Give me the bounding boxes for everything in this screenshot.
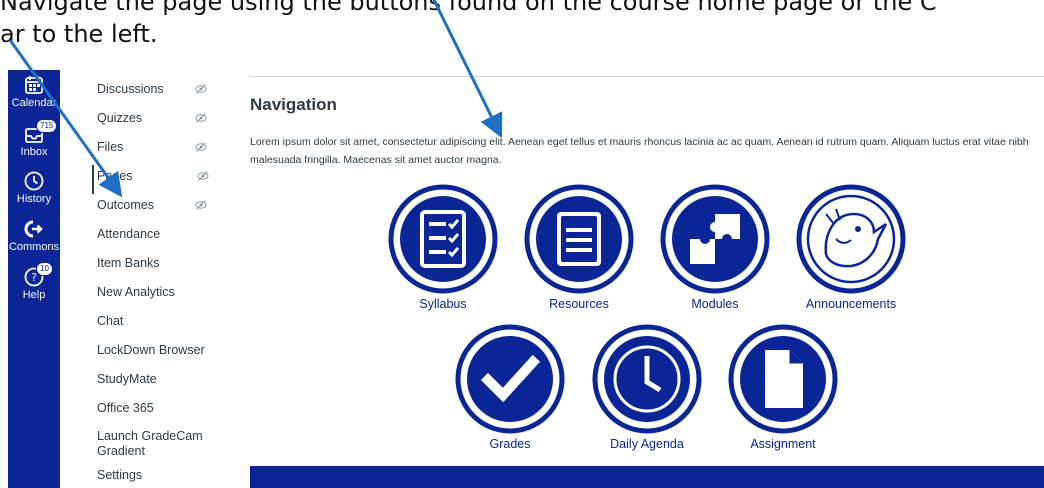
inbox-count-badge: 715 [36,119,58,133]
page-body-text: Lorem ipsum dolor sit amet, consectetur … [250,136,1029,166]
course-nav-label: Quizzes [97,111,143,125]
daily-agenda-button[interactable]: Daily Agenda [591,324,703,451]
course-nav-label: Outcomes [97,198,154,212]
global-nav-history[interactable]: History [8,170,60,205]
help-count-badge: 10 [36,262,53,276]
instruction-text: Navigate the page using the buttons foun… [0,0,937,50]
course-nav-pages[interactable]: Pages [92,165,222,194]
announcements-button[interactable]: Announcements [795,184,907,311]
course-nav-settings[interactable]: Settings [92,464,222,488]
course-nav-label: Files [97,140,124,154]
commons-icon [24,220,43,238]
course-nav-label: Attendance [97,227,161,241]
grades-checkmark-icon [455,324,565,434]
syllabus-label: Syllabus [419,297,467,311]
assignment-button[interactable]: Assignment [727,324,839,451]
content-divider [250,76,1044,77]
course-nav-label: Discussions [97,82,164,96]
course-nav-label: Pages [97,169,133,183]
course-nav-label: Settings [97,468,143,482]
grades-button[interactable]: Grades [454,324,566,451]
course-nav-item-banks[interactable]: Item Banks [92,252,222,281]
announcements-mascot-icon [796,184,906,294]
course-nav-discussions[interactable]: Discussions [92,78,222,107]
course-nav-label: Chat [97,314,124,328]
resources-button[interactable]: Resources [523,184,635,311]
course-nav-studymate[interactable]: StudyMate [92,368,222,397]
course-nav-new-analytics[interactable]: New Analytics [92,281,222,310]
global-nav-help-label: Help [22,289,46,301]
course-navigation: Discussions Quizzes Files Pages Outcomes… [92,78,222,488]
course-nav-files[interactable]: Files [92,136,222,165]
modules-puzzle-icon [660,184,770,294]
global-navigation: Calendar 715 Inbox History Commons ? 10 … [8,70,60,488]
resources-label: Resources [549,297,609,311]
global-nav-calendar-label: Calendar [11,97,57,109]
page-title: Navigation [250,95,337,114]
global-nav-commons-label: Commons [8,241,60,253]
global-nav-calendar[interactable]: Calendar [8,74,60,109]
global-nav-commons[interactable]: Commons [8,218,60,253]
course-nav-label: New Analytics [97,285,175,299]
svg-text:?: ? [31,271,37,284]
hidden-from-students-icon [195,142,207,152]
course-nav-attendance[interactable]: Attendance [92,223,222,252]
course-nav-label: Launch GradeCam Gradient [97,429,203,458]
course-nav-label: LockDown Browser [97,343,205,357]
hidden-from-students-icon [195,200,207,210]
global-nav-history-label: History [16,193,52,205]
assignment-document-icon [728,324,838,434]
global-nav-inbox-label: Inbox [20,146,48,158]
global-nav-inbox[interactable]: 715 Inbox [8,119,60,158]
assignment-label: Assignment [750,437,816,451]
hidden-from-students-icon [195,84,207,94]
course-nav-chat[interactable]: Chat [92,310,222,339]
course-nav-label: Item Banks [97,256,160,270]
grades-label: Grades [489,437,531,451]
course-nav-label: StudyMate [97,372,157,386]
course-nav-outcomes[interactable]: Outcomes [92,194,222,223]
global-nav-help[interactable]: ? 10 Help [8,262,60,301]
footer-banner [250,466,1044,488]
modules-button[interactable]: Modules [659,184,771,311]
hidden-from-students-icon [197,171,209,181]
course-nav-lockdown-browser[interactable]: LockDown Browser [92,339,222,368]
course-nav-label: Office 365 [97,401,154,415]
syllabus-button[interactable]: Syllabus [387,184,499,311]
course-nav-quizzes[interactable]: Quizzes [92,107,222,136]
calendar-icon [25,76,43,94]
daily-agenda-clock-icon [592,324,702,434]
daily-agenda-label: Daily Agenda [610,437,684,451]
course-nav-office-365[interactable]: Office 365 [92,397,222,426]
syllabus-checklist-icon [388,184,498,294]
instruction-line-1: Navigate the page using the buttons foun… [0,0,937,16]
resources-book-icon [524,184,634,294]
announcements-label: Announcements [805,297,897,311]
modules-label: Modules [691,297,739,311]
hidden-from-students-icon [195,113,207,123]
instruction-line-2: ar to the left. [0,20,158,48]
clock-icon [24,171,44,191]
course-nav-launch-gradecam[interactable]: Launch GradeCam Gradient [92,426,222,464]
